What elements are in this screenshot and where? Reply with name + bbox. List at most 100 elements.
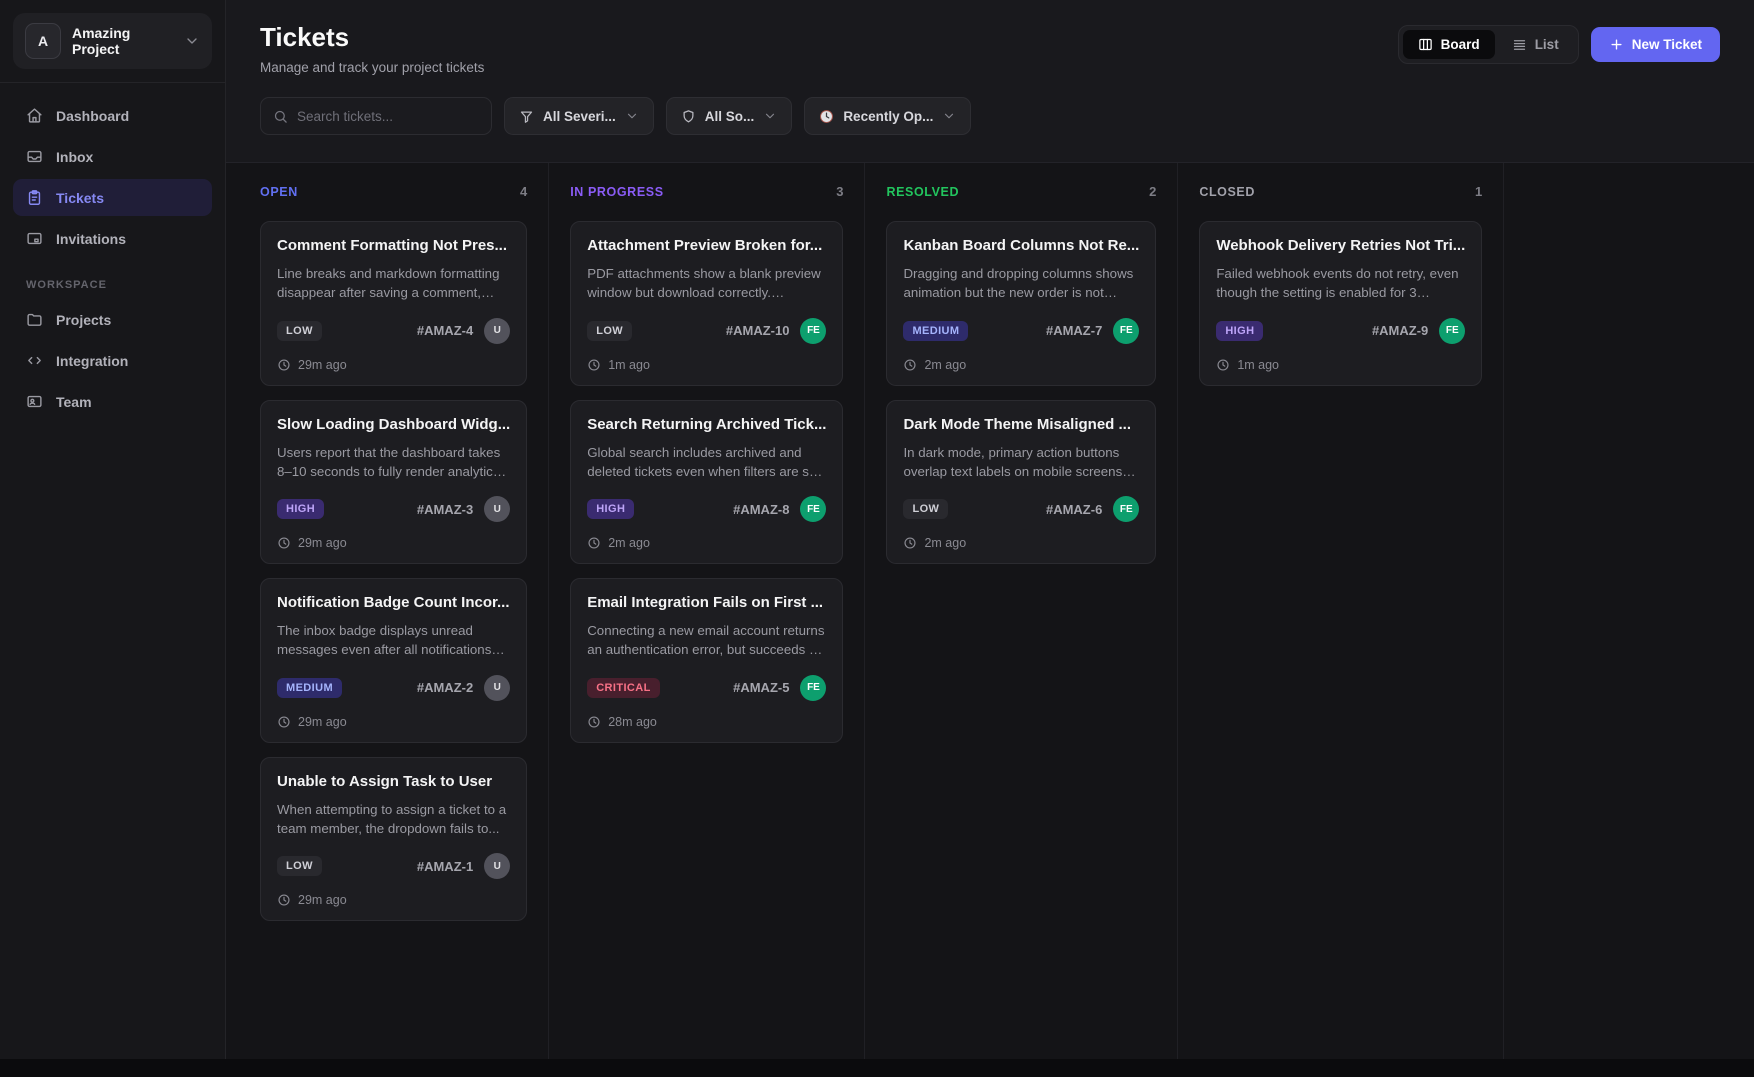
chevron-down-icon	[942, 109, 956, 123]
ticket-card[interactable]: Notification Badge Count Incor... The in…	[260, 578, 527, 743]
sidebar-item-integration[interactable]: Integration	[13, 342, 212, 379]
app: A Amazing Project Dashboard Inbox Ticket…	[0, 0, 1754, 1059]
ticket-card[interactable]: Slow Loading Dashboard Widg... Users rep…	[260, 400, 527, 565]
clock-icon	[1216, 358, 1230, 372]
assignee-avatar[interactable]: FE	[800, 318, 826, 344]
plus-icon	[1609, 37, 1624, 52]
workspace-nav: Projects Integration Team	[13, 301, 212, 420]
ticket-card[interactable]: Attachment Preview Broken for... PDF att…	[570, 221, 843, 386]
team-icon	[26, 393, 43, 410]
severity-filter-dropdown[interactable]: All Severi...	[504, 97, 654, 135]
sidebar-item-label: Inbox	[56, 149, 93, 165]
timestamp-text: 1m ago	[608, 358, 650, 372]
source-filter-dropdown[interactable]: All So...	[666, 97, 793, 135]
timestamp-text: 29m ago	[298, 715, 347, 729]
search-icon	[273, 109, 288, 124]
assignee-avatar[interactable]: FE	[800, 496, 826, 522]
column-header: IN PROGRESS 3	[570, 178, 843, 205]
sidebar-item-dashboard[interactable]: Dashboard	[13, 97, 212, 134]
ticket-title: Webhook Delivery Retries Not Tri...	[1216, 237, 1465, 254]
sidebar-item-projects[interactable]: Projects	[13, 301, 212, 338]
page-title: Tickets	[260, 22, 484, 53]
ticket-meta-row: LOW #AMAZ-4 U	[277, 318, 510, 344]
sort-filter-dropdown[interactable]: Recently Op...	[804, 97, 971, 135]
column-cards: Comment Formatting Not Pres... Line brea…	[260, 221, 527, 921]
sidebar-item-label: Tickets	[56, 190, 104, 206]
board-column-open: OPEN 4 Comment Formatting Not Pres... Li…	[226, 163, 549, 1059]
kanban-board: OPEN 4 Comment Formatting Not Pres... Li…	[226, 162, 1754, 1059]
ticket-timestamp: 29m ago	[277, 893, 510, 907]
ticket-description: PDF attachments show a blank preview win…	[587, 264, 826, 303]
board-view-button[interactable]: Board	[1403, 30, 1495, 59]
assignee-avatar[interactable]: FE	[1113, 496, 1139, 522]
severity-badge: MEDIUM	[277, 678, 342, 698]
column-count: 1	[1475, 184, 1482, 199]
clock-icon	[587, 536, 601, 550]
sidebar-item-team[interactable]: Team	[13, 383, 212, 420]
ticket-card[interactable]: Kanban Board Columns Not Re... Dragging …	[886, 221, 1156, 386]
workspace-section-label: WORKSPACE	[26, 279, 199, 291]
severity-badge: LOW	[277, 856, 322, 876]
timestamp-text: 2m ago	[608, 536, 650, 550]
column-title: OPEN	[260, 185, 298, 199]
column-count: 4	[520, 184, 527, 199]
sidebar-item-label: Projects	[56, 312, 111, 328]
ticket-card[interactable]: Dark Mode Theme Misaligned ... In dark m…	[886, 400, 1156, 565]
ticket-card[interactable]: Email Integration Fails on First ... Con…	[570, 578, 843, 743]
search-input[interactable]	[297, 109, 479, 124]
assignee-avatar[interactable]: U	[484, 853, 510, 879]
board-icon	[1418, 37, 1433, 52]
ticket-id: #AMAZ-9	[1372, 323, 1428, 338]
sidebar-item-label: Integration	[56, 353, 128, 369]
clock-icon	[587, 358, 601, 372]
ticket-meta-row: HIGH #AMAZ-9 FE	[1216, 318, 1465, 344]
chevron-down-icon	[625, 109, 639, 123]
ticket-description: Failed webhook events do not retry, even…	[1216, 264, 1465, 303]
column-title: CLOSED	[1199, 185, 1255, 199]
sidebar-nav: Dashboard Inbox Tickets Invitations	[13, 97, 212, 257]
ticket-card[interactable]: Comment Formatting Not Pres... Line brea…	[260, 221, 527, 386]
list-icon	[1512, 37, 1527, 52]
severity-badge: CRITICAL	[587, 678, 660, 698]
horizontal-scrollbar-track[interactable]	[0, 1059, 1754, 1077]
list-view-button[interactable]: List	[1497, 30, 1574, 59]
filters-bar: All Severi... All So... Recently Op...	[226, 91, 1754, 162]
sidebar-item-label: Team	[56, 394, 92, 410]
assignee-avatar[interactable]: FE	[800, 675, 826, 701]
ticket-icon	[26, 189, 43, 206]
ticket-id: #AMAZ-7	[1046, 323, 1102, 338]
board-column-in-progress: IN PROGRESS 3 Attachment Preview Broken …	[549, 163, 865, 1059]
sidebar-item-inbox[interactable]: Inbox	[13, 138, 212, 175]
ticket-card[interactable]: Search Returning Archived Tick... Global…	[570, 400, 843, 565]
project-selector[interactable]: A Amazing Project	[13, 13, 212, 69]
list-view-label: List	[1535, 37, 1559, 52]
severity-filter-label: All Severi...	[543, 109, 616, 124]
ticket-card[interactable]: Unable to Assign Task to User When attem…	[260, 757, 527, 922]
ticket-meta-row: LOW #AMAZ-10 FE	[587, 318, 826, 344]
ticket-meta-row: HIGH #AMAZ-8 FE	[587, 496, 826, 522]
ticket-card[interactable]: Webhook Delivery Retries Not Tri... Fail…	[1199, 221, 1482, 386]
sidebar-item-tickets[interactable]: Tickets	[13, 179, 212, 216]
column-cards: Attachment Preview Broken for... PDF att…	[570, 221, 843, 743]
sidebar-item-invitations[interactable]: Invitations	[13, 220, 212, 257]
board-column-closed: CLOSED 1 Webhook Delivery Retries Not Tr…	[1178, 163, 1504, 1059]
assignee-avatar[interactable]: FE	[1439, 318, 1465, 344]
assignee-avatar[interactable]: U	[484, 675, 510, 701]
column-header: CLOSED 1	[1199, 178, 1482, 205]
ticket-title: Email Integration Fails on First ...	[587, 594, 826, 611]
severity-badge: LOW	[277, 321, 322, 341]
clock-emoji-icon	[819, 109, 834, 124]
new-ticket-button[interactable]: New Ticket	[1591, 27, 1720, 62]
funnel-icon	[519, 109, 534, 124]
assignee-avatar[interactable]: U	[484, 496, 510, 522]
severity-badge: HIGH	[1216, 321, 1263, 341]
assignee-avatar[interactable]: FE	[1113, 318, 1139, 344]
ticket-description: In dark mode, primary action buttons ove…	[903, 443, 1139, 482]
chevron-down-icon	[763, 109, 777, 123]
ticket-id: #AMAZ-2	[417, 680, 473, 695]
folder-icon	[26, 311, 43, 328]
assignee-avatar[interactable]: U	[484, 318, 510, 344]
search-box	[260, 97, 492, 135]
timestamp-text: 29m ago	[298, 536, 347, 550]
ticket-meta-row: MEDIUM #AMAZ-7 FE	[903, 318, 1139, 344]
